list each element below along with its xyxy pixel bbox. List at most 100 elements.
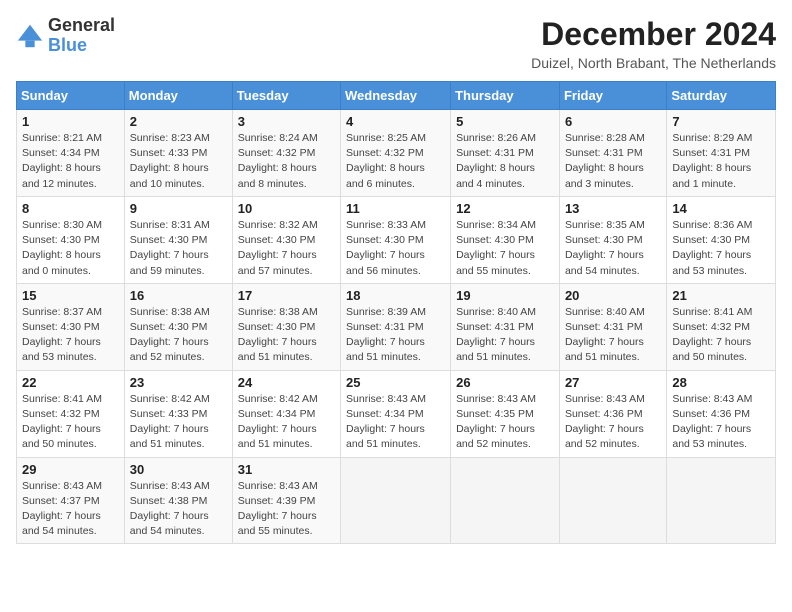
day-info: Sunrise: 8:29 AM Sunset: 4:31 PM Dayligh… [672, 131, 770, 192]
daylight-label: Daylight: 8 hours and 1 minute. [672, 162, 751, 189]
day-info: Sunrise: 8:36 AM Sunset: 4:30 PM Dayligh… [672, 218, 770, 279]
calendar-week-row: 22 Sunrise: 8:41 AM Sunset: 4:32 PM Dayl… [17, 370, 776, 457]
calendar-cell: 16 Sunrise: 8:38 AM Sunset: 4:30 PM Dayl… [124, 283, 232, 370]
day-number: 27 [565, 375, 661, 390]
day-number: 10 [238, 201, 335, 216]
sunrise-label: Sunrise: 8:25 AM [346, 132, 426, 144]
sunrise-label: Sunrise: 8:30 AM [22, 219, 102, 231]
daylight-label: Daylight: 8 hours and 4 minutes. [456, 162, 535, 189]
sunrise-label: Sunrise: 8:32 AM [238, 219, 318, 231]
column-header-saturday: Saturday [667, 82, 776, 110]
day-number: 19 [456, 288, 554, 303]
sunrise-label: Sunrise: 8:28 AM [565, 132, 645, 144]
day-info: Sunrise: 8:21 AM Sunset: 4:34 PM Dayligh… [22, 131, 119, 192]
sunset-label: Sunset: 4:31 PM [565, 147, 643, 159]
sunrise-label: Sunrise: 8:29 AM [672, 132, 752, 144]
calendar-cell: 15 Sunrise: 8:37 AM Sunset: 4:30 PM Dayl… [17, 283, 125, 370]
column-header-wednesday: Wednesday [341, 82, 451, 110]
calendar-cell [667, 457, 776, 544]
daylight-label: Daylight: 7 hours and 50 minutes. [22, 423, 101, 450]
day-number: 11 [346, 201, 445, 216]
sunset-label: Sunset: 4:33 PM [130, 147, 208, 159]
day-info: Sunrise: 8:43 AM Sunset: 4:36 PM Dayligh… [672, 392, 770, 453]
sunrise-label: Sunrise: 8:43 AM [130, 480, 210, 492]
day-number: 26 [456, 375, 554, 390]
sunset-label: Sunset: 4:39 PM [238, 495, 316, 507]
daylight-label: Daylight: 8 hours and 3 minutes. [565, 162, 644, 189]
day-number: 4 [346, 114, 445, 129]
sunrise-label: Sunrise: 8:43 AM [238, 480, 318, 492]
sunrise-label: Sunrise: 8:26 AM [456, 132, 536, 144]
calendar-cell: 3 Sunrise: 8:24 AM Sunset: 4:32 PM Dayli… [232, 110, 340, 197]
day-number: 31 [238, 462, 335, 477]
logo-general: General [48, 15, 115, 35]
sunset-label: Sunset: 4:31 PM [456, 147, 534, 159]
daylight-label: Daylight: 7 hours and 55 minutes. [238, 510, 317, 537]
calendar-cell: 12 Sunrise: 8:34 AM Sunset: 4:30 PM Dayl… [451, 196, 560, 283]
main-title: December 2024 [531, 16, 776, 53]
daylight-label: Daylight: 7 hours and 56 minutes. [346, 249, 425, 276]
day-info: Sunrise: 8:37 AM Sunset: 4:30 PM Dayligh… [22, 305, 119, 366]
day-number: 21 [672, 288, 770, 303]
day-number: 14 [672, 201, 770, 216]
calendar-week-row: 29 Sunrise: 8:43 AM Sunset: 4:37 PM Dayl… [17, 457, 776, 544]
daylight-label: Daylight: 7 hours and 54 minutes. [565, 249, 644, 276]
sunset-label: Sunset: 4:30 PM [565, 234, 643, 246]
sunset-label: Sunset: 4:31 PM [565, 321, 643, 333]
daylight-label: Daylight: 7 hours and 53 minutes. [22, 336, 101, 363]
daylight-label: Daylight: 7 hours and 52 minutes. [565, 423, 644, 450]
daylight-label: Daylight: 7 hours and 59 minutes. [130, 249, 209, 276]
day-info: Sunrise: 8:40 AM Sunset: 4:31 PM Dayligh… [456, 305, 554, 366]
daylight-label: Daylight: 7 hours and 51 minutes. [238, 423, 317, 450]
day-info: Sunrise: 8:43 AM Sunset: 4:37 PM Dayligh… [22, 479, 119, 540]
day-info: Sunrise: 8:40 AM Sunset: 4:31 PM Dayligh… [565, 305, 661, 366]
sunrise-label: Sunrise: 8:43 AM [672, 393, 752, 405]
day-info: Sunrise: 8:42 AM Sunset: 4:34 PM Dayligh… [238, 392, 335, 453]
sunset-label: Sunset: 4:36 PM [565, 408, 643, 420]
sunrise-label: Sunrise: 8:40 AM [565, 306, 645, 318]
sunset-label: Sunset: 4:32 PM [672, 321, 750, 333]
sunset-label: Sunset: 4:36 PM [672, 408, 750, 420]
daylight-label: Daylight: 8 hours and 12 minutes. [22, 162, 101, 189]
logo: General Blue [16, 16, 115, 56]
sunrise-label: Sunrise: 8:43 AM [346, 393, 426, 405]
sunset-label: Sunset: 4:30 PM [130, 234, 208, 246]
day-number: 17 [238, 288, 335, 303]
day-info: Sunrise: 8:41 AM Sunset: 4:32 PM Dayligh… [672, 305, 770, 366]
day-number: 16 [130, 288, 227, 303]
calendar-header-row: SundayMondayTuesdayWednesdayThursdayFrid… [17, 82, 776, 110]
calendar-cell: 5 Sunrise: 8:26 AM Sunset: 4:31 PM Dayli… [451, 110, 560, 197]
calendar-cell: 20 Sunrise: 8:40 AM Sunset: 4:31 PM Dayl… [559, 283, 666, 370]
sunset-label: Sunset: 4:34 PM [346, 408, 424, 420]
day-info: Sunrise: 8:33 AM Sunset: 4:30 PM Dayligh… [346, 218, 445, 279]
calendar-cell: 11 Sunrise: 8:33 AM Sunset: 4:30 PM Dayl… [341, 196, 451, 283]
column-header-monday: Monday [124, 82, 232, 110]
day-info: Sunrise: 8:25 AM Sunset: 4:32 PM Dayligh… [346, 131, 445, 192]
sunset-label: Sunset: 4:33 PM [130, 408, 208, 420]
day-number: 30 [130, 462, 227, 477]
day-info: Sunrise: 8:43 AM Sunset: 4:39 PM Dayligh… [238, 479, 335, 540]
day-number: 18 [346, 288, 445, 303]
daylight-label: Daylight: 7 hours and 50 minutes. [672, 336, 751, 363]
calendar-cell: 22 Sunrise: 8:41 AM Sunset: 4:32 PM Dayl… [17, 370, 125, 457]
daylight-label: Daylight: 7 hours and 51 minutes. [346, 336, 425, 363]
day-info: Sunrise: 8:43 AM Sunset: 4:34 PM Dayligh… [346, 392, 445, 453]
calendar-week-row: 8 Sunrise: 8:30 AM Sunset: 4:30 PM Dayli… [17, 196, 776, 283]
daylight-label: Daylight: 7 hours and 54 minutes. [22, 510, 101, 537]
day-number: 22 [22, 375, 119, 390]
calendar-week-row: 15 Sunrise: 8:37 AM Sunset: 4:30 PM Dayl… [17, 283, 776, 370]
calendar-cell: 31 Sunrise: 8:43 AM Sunset: 4:39 PM Dayl… [232, 457, 340, 544]
calendar-week-row: 1 Sunrise: 8:21 AM Sunset: 4:34 PM Dayli… [17, 110, 776, 197]
sunrise-label: Sunrise: 8:34 AM [456, 219, 536, 231]
calendar-cell [451, 457, 560, 544]
column-header-tuesday: Tuesday [232, 82, 340, 110]
day-info: Sunrise: 8:43 AM Sunset: 4:36 PM Dayligh… [565, 392, 661, 453]
sunset-label: Sunset: 4:30 PM [22, 234, 100, 246]
calendar-cell: 9 Sunrise: 8:31 AM Sunset: 4:30 PM Dayli… [124, 196, 232, 283]
sunrise-label: Sunrise: 8:41 AM [672, 306, 752, 318]
sunset-label: Sunset: 4:30 PM [238, 321, 316, 333]
sunset-label: Sunset: 4:30 PM [346, 234, 424, 246]
sunset-label: Sunset: 4:32 PM [346, 147, 424, 159]
sunrise-label: Sunrise: 8:21 AM [22, 132, 102, 144]
sunset-label: Sunset: 4:30 PM [22, 321, 100, 333]
